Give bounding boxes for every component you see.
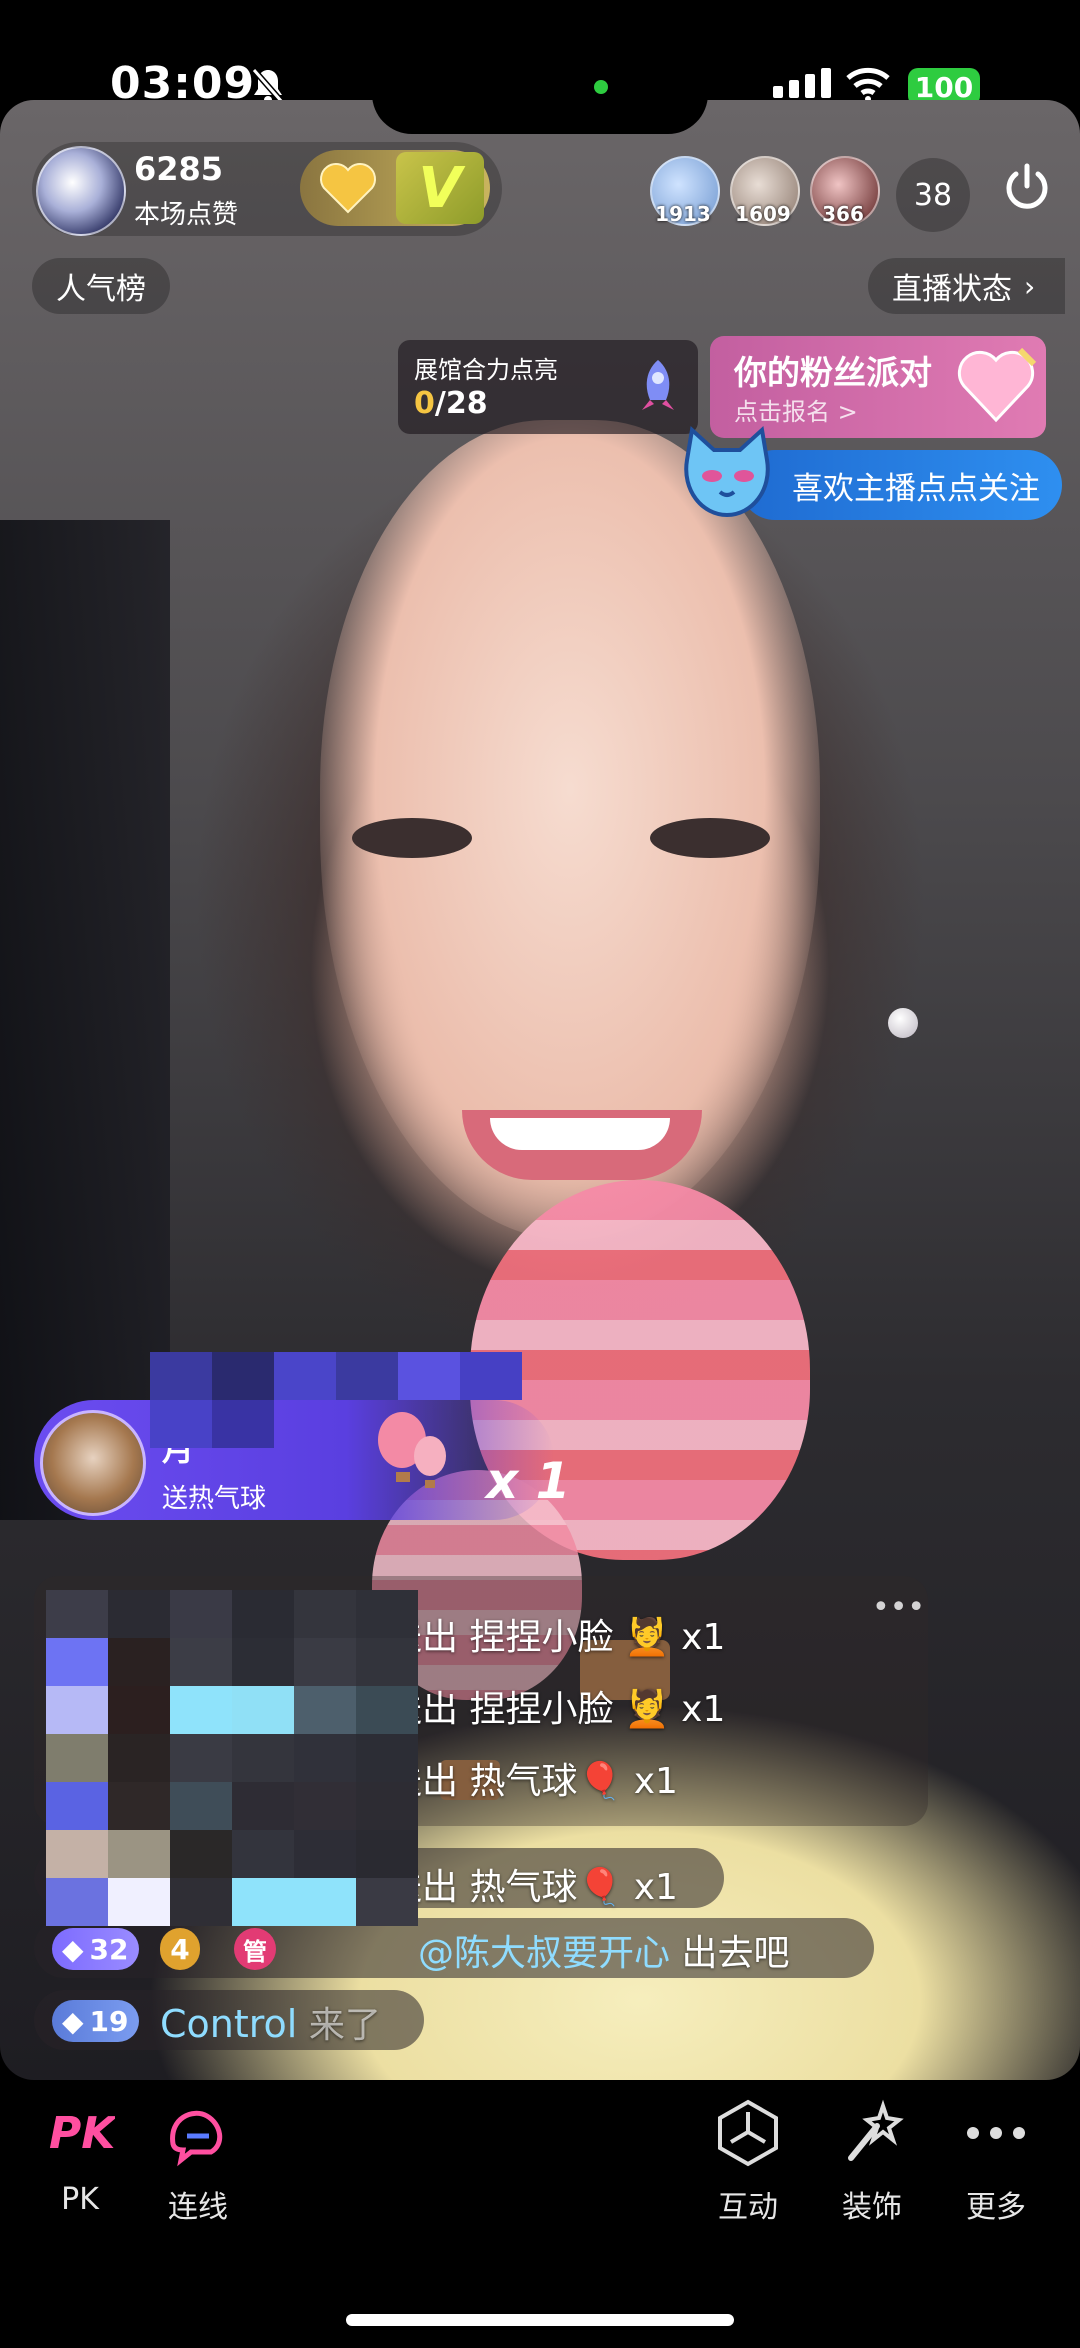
exhibit-progress-current: 0 [414,386,435,421]
link-icon [170,2110,223,2167]
viewer-score: 1913 [655,202,711,226]
link-label: 连线 [168,2190,228,2225]
pk-icon: PK [49,2108,115,2159]
join-text: 来了 [297,2005,381,2046]
online-count[interactable]: 38 [896,158,970,232]
live-status-button[interactable]: 直播状态 › [868,258,1066,314]
diamond-icon: ◆ [62,2004,84,2038]
mention-text: 出去吧 [670,1933,790,1974]
user-level: 19 [89,2004,129,2038]
mascot-cat-icon [672,420,782,530]
chat-message: 送出 热气球🎈 x1 [386,1761,678,1802]
more-dots-icon[interactable]: ••• [872,1590,925,1625]
privacy-mosaic-top [150,1352,522,1448]
gift-label: 送热气球 [162,1484,267,1514]
gift-multiplier: x 1 [486,1452,571,1510]
link-mic-button[interactable]: 连线 [138,2098,258,2226]
power-icon[interactable] [1000,160,1054,214]
wifi-icon [846,66,890,102]
magic-wand-icon [848,2099,904,2161]
join-user[interactable]: Control [160,2002,297,2046]
more-dots-icon [967,2127,1025,2139]
fan-level-badge: 4 [160,1928,200,1970]
user-level: 32 [89,1932,129,1966]
exhibit-progress: 0/28 [414,386,488,421]
chevron-right-icon: › [1024,269,1036,303]
exhibit-title: 展馆合力点亮 [414,356,558,384]
viewer-avatar-1[interactable]: 1913 [650,156,720,226]
camera-notch [372,72,708,134]
live-status-label: 直播状态 [892,272,1012,307]
chat-message: 送出 捏捏小脸 💆 x1 [386,1689,726,1730]
privacy-mosaic-chat [46,1590,418,1926]
follow-prompt-button[interactable]: 喜欢主播点点关注 [740,450,1062,520]
streamer-eye-right [650,818,770,858]
vip-v-icon[interactable]: V [396,152,484,224]
decorate-button[interactable]: 装饰 [812,2098,932,2226]
rocket-icon [630,356,686,416]
interact-label: 互动 [718,2190,778,2225]
viewer-score: 366 [822,202,864,226]
fan-party-title: 你的粉丝派对 [734,353,932,392]
chat-message: 送出 捏捏小脸 💆 x1 [386,1617,726,1658]
viewer-avatar-2[interactable]: 1609 [730,156,800,226]
follow-prompt-label: 喜欢主播点点关注 [792,470,1040,507]
interact-button[interactable]: 互动 [688,2098,808,2226]
pk-label: PK [61,2182,99,2217]
user-level-badge: ◆ 32 [52,1928,139,1970]
cellular-signal-icon [773,68,831,98]
host-avatar[interactable] [36,146,126,236]
more-label: 更多 [966,2190,1026,2225]
background-window [0,520,170,1520]
svg-text:PK: PK [49,2108,115,2159]
chat-message: 送出 热气球🎈 x1 [386,1867,678,1908]
decorate-label: 装饰 [842,2190,902,2225]
likes-label: 本场点赞 [134,200,239,230]
viewer-score: 1609 [735,202,791,226]
viewer-avatar-3[interactable]: 366 [810,156,880,226]
pk-button[interactable]: PK PK [20,2098,140,2217]
admin-badge: 管 [234,1928,276,1970]
popularity-rank-label: 人气榜 [56,272,146,307]
pearl-earring [888,1008,918,1038]
interact-icon [718,2099,778,2167]
likes-count: 6285 [134,150,224,188]
diamond-icon: ◆ [62,1932,84,1966]
exhibit-progress-total: /28 [434,386,488,421]
user-level-badge: ◆ 19 [52,2000,139,2042]
streamer-teeth [490,1118,670,1150]
chat-message-join: Control 来了 [160,1996,381,2048]
heart-balloon-icon [950,340,1042,432]
popularity-rank-button[interactable]: 人气榜 [32,258,170,314]
home-indicator[interactable] [346,2314,734,2326]
camera-active-dot [594,80,608,94]
mention-user[interactable]: @陈大叔要开心 [418,1933,670,1974]
fan-level: 4 [170,1932,190,1966]
streamer-eye-left [352,818,472,858]
more-button[interactable]: 更多 [936,2098,1056,2226]
heart-icon[interactable] [318,160,378,216]
gift-sender-avatar[interactable] [40,1410,146,1516]
admin-role: 管 [243,1937,267,1966]
chat-message-mention: @陈大叔要开心 出去吧 [418,1924,789,1976]
